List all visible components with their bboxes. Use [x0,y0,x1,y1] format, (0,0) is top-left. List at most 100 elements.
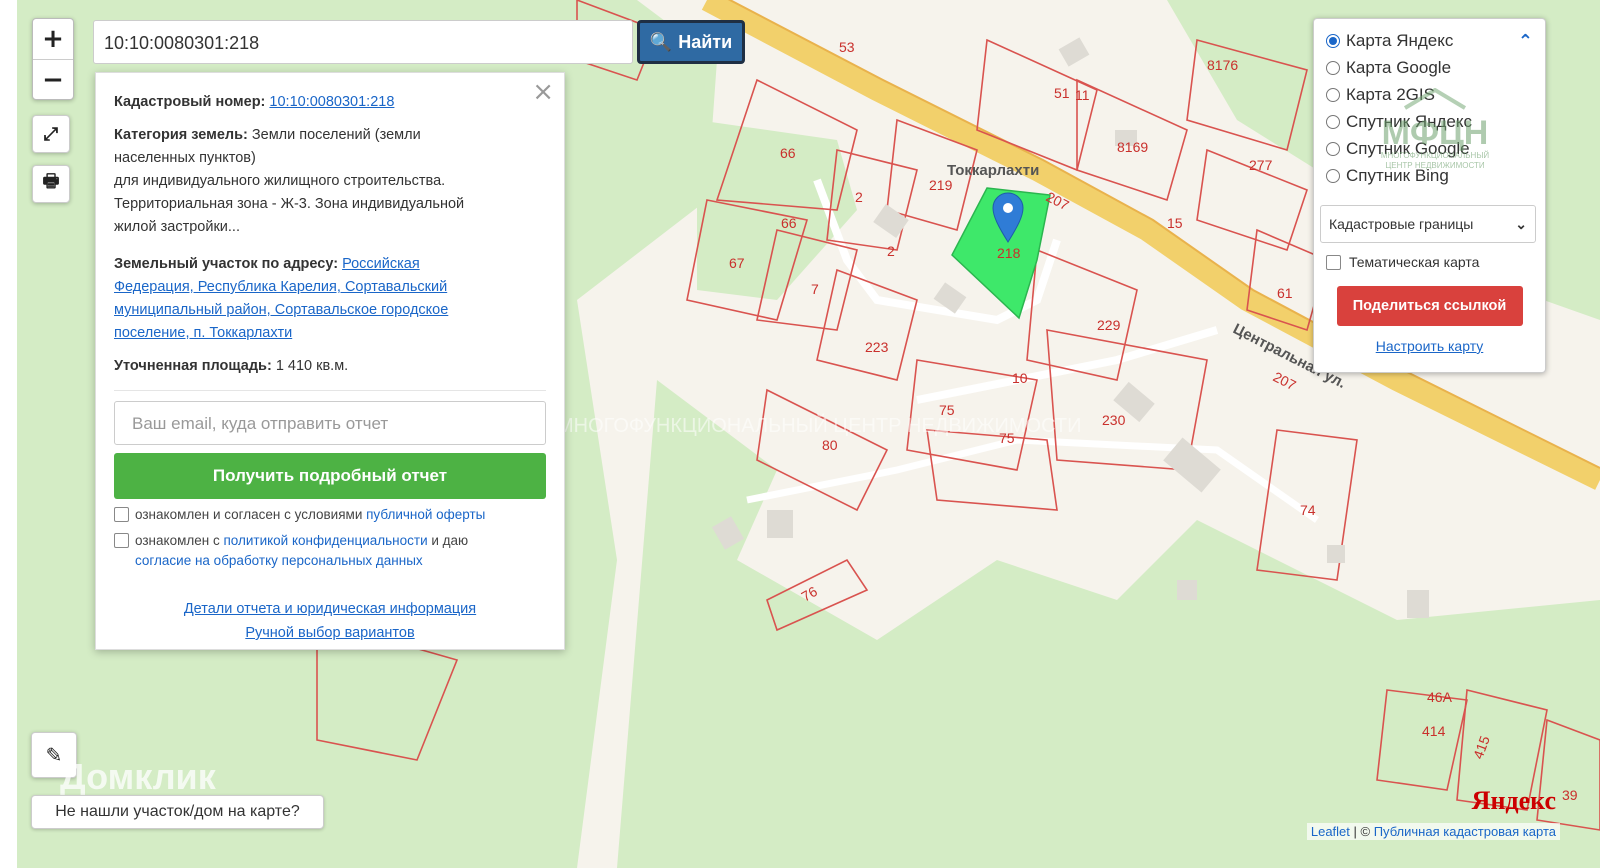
boundaries-select-value: Кадастровые границы [1329,216,1474,232]
leaflet-link[interactable]: Leaflet [1311,824,1350,839]
land-category-text: Земли поселений (земли [247,127,421,143]
privacy-consent-text: ознакомлен с политикой конфиденциальност… [135,533,469,568]
radio-button[interactable] [1326,87,1340,102]
land-use-text: для индивидуального жилищного строительс… [114,173,446,189]
radio-button[interactable] [1326,60,1340,75]
layer-option[interactable]: Спутник Яндекс [1326,108,1533,135]
privacy-policy-link[interactable]: политикой конфиденциальности [223,533,427,548]
land-category-text: населенных пунктов) [114,150,256,166]
address-link[interactable]: поселение, п. Токкарлахти [114,325,292,341]
plot-number-label: 414 [1422,723,1446,739]
plot-info-panel: × Кадастровый номер: 10:10:0080301:218 К… [95,72,565,650]
zone-text: Территориальная зона - Ж-3. Зона индивид… [114,196,465,212]
close-icon[interactable]: × [532,77,554,107]
layer-option-label: Карта Google [1346,57,1452,77]
search-button[interactable]: 🔍 Найти [637,20,745,64]
side-road [916,326,1219,404]
layer-option-label: Спутник Яндекс [1346,111,1472,131]
plot-number-label: 46А [1427,689,1453,705]
plot-number-label: 8169 [1117,139,1148,155]
address-link[interactable]: Российская [342,256,420,272]
plot-number-label: 7 [811,281,819,297]
address-label: Земельный участок по адресу: [114,256,339,272]
layer-option[interactable]: Спутник Bing [1326,162,1533,189]
zoom-in-button[interactable]: + [33,19,73,59]
place-name-label: Токкарлахти [947,162,1039,179]
search-button-label: Найти [678,31,733,52]
layer-option[interactable]: Спутник Google [1326,135,1533,162]
cadastral-number-label: Кадастровый номер: [114,94,266,110]
not-found-button[interactable]: Не нашли участок/дом на карте? [31,795,324,829]
email-field[interactable]: Ваш email, куда отправить отчет [114,401,546,445]
cadastral-map-link[interactable]: Публичная кадастровая карта [1374,824,1556,839]
plot-number-label: 11 [1075,87,1090,103]
plot-number-label: 74 [1300,502,1316,518]
layer-option-label: Спутник Bing [1346,165,1449,185]
radio-button[interactable] [1326,141,1340,156]
manual-selection-link[interactable]: Ручной выбор вариантов [245,625,414,641]
plot-number-label: 219 [929,177,953,193]
plot-number-label: 8176 [1207,57,1238,73]
plot-number-label: 66 [780,145,796,161]
offer-link[interactable]: публичной оферты [366,507,485,522]
road-number-label: 207 [1271,368,1299,393]
plot-number-label: 218 [997,245,1021,261]
boundaries-select[interactable]: Кадастровые границы ⌄ [1320,205,1536,243]
domclick-watermark: Домклик [60,756,216,797]
thematic-map-label: Тематическая карта [1349,253,1480,270]
search-icon: 🔍 [649,31,673,52]
plot-number-label: 51 [1054,85,1070,101]
area-label: Уточненная площадь: [114,358,272,374]
plot-number-label: 2 [855,189,863,205]
area-value: 1 410 кв.м. [271,358,349,374]
plot-number-label: 39 [1562,787,1578,803]
printer-icon: 🖶 [42,171,60,192]
fullscreen-button[interactable]: ⤢ [32,115,70,153]
yandex-logo: Яндекс [1471,786,1556,815]
print-button[interactable]: 🖶 [32,165,70,203]
thematic-map-checkbox[interactable] [1326,255,1341,270]
chevron-down-icon: ⌄ [1515,215,1527,232]
offer-checkbox[interactable] [114,507,129,522]
address-link[interactable]: Федерация, Республика Карелия, Сортаваль… [114,279,447,295]
cadastral-number-link[interactable]: 10:10:0080301:218 [269,94,394,110]
radio-button[interactable] [1326,114,1340,129]
get-report-button[interactable]: Получить подробный отчет [114,453,546,499]
zone-text: жилой застройки... [114,219,240,235]
plot-number-label: 10 [1012,370,1028,386]
layer-option-label: Карта 2GIS [1346,84,1435,104]
plot-number-label: 66 [781,215,797,231]
search-input[interactable]: 10:10:0080301:218 [93,20,633,64]
layer-option[interactable]: Карта Яндекс [1326,27,1533,54]
zoom-control: + − [32,18,74,100]
privacy-checkbox[interactable] [114,533,129,548]
land-category-label: Категория земель: [114,127,248,143]
plot-number-label: 2 [887,243,895,259]
zoom-out-button[interactable]: − [33,59,73,99]
layer-option[interactable]: Карта 2GIS [1326,81,1533,108]
chevron-up-icon[interactable]: ⌃ [1518,31,1533,52]
layer-option-label: Карта Яндекс [1346,30,1454,50]
radio-button[interactable] [1326,33,1340,48]
plot-number-label: 53 [839,39,855,55]
report-details-link[interactable]: Детали отчета и юридическая информация [184,601,476,617]
offer-consent-text: ознакомлен и согласен с условиями публич… [135,507,486,522]
plot-number-label: 223 [865,339,889,355]
forest-area [617,380,1600,868]
layer-options: Карта Яндекс Карта Google Карта 2GIS Спутни… [1326,27,1533,189]
expand-icon: ⤢ [43,123,59,145]
personal-data-link[interactable]: согласие на обработку персональных данны… [135,553,423,568]
share-link-button[interactable]: Поделиться ссылкой [1336,286,1523,326]
plot-number-label: 67 [729,255,745,271]
plot-number-label: 80 [822,437,838,453]
layer-option[interactable]: Карта Google [1326,54,1533,81]
plot-number-label: 230 [1102,412,1126,428]
address-link[interactable]: муниципальный район, Сортавальское город… [114,302,448,318]
radio-button[interactable] [1326,168,1340,183]
setup-map-link[interactable]: Настроить карту [1376,338,1484,354]
plot-number-label: 277 [1249,157,1273,173]
divider [114,390,546,391]
layer-option-label: Спутник Google [1346,138,1470,158]
map-attribution: Leaflet | © Публичная кадастровая карта [1306,823,1560,840]
map-layers-panel: ⌃ Карта Яндекс Карта Google Карта 2GIS Спут… [1313,18,1546,373]
